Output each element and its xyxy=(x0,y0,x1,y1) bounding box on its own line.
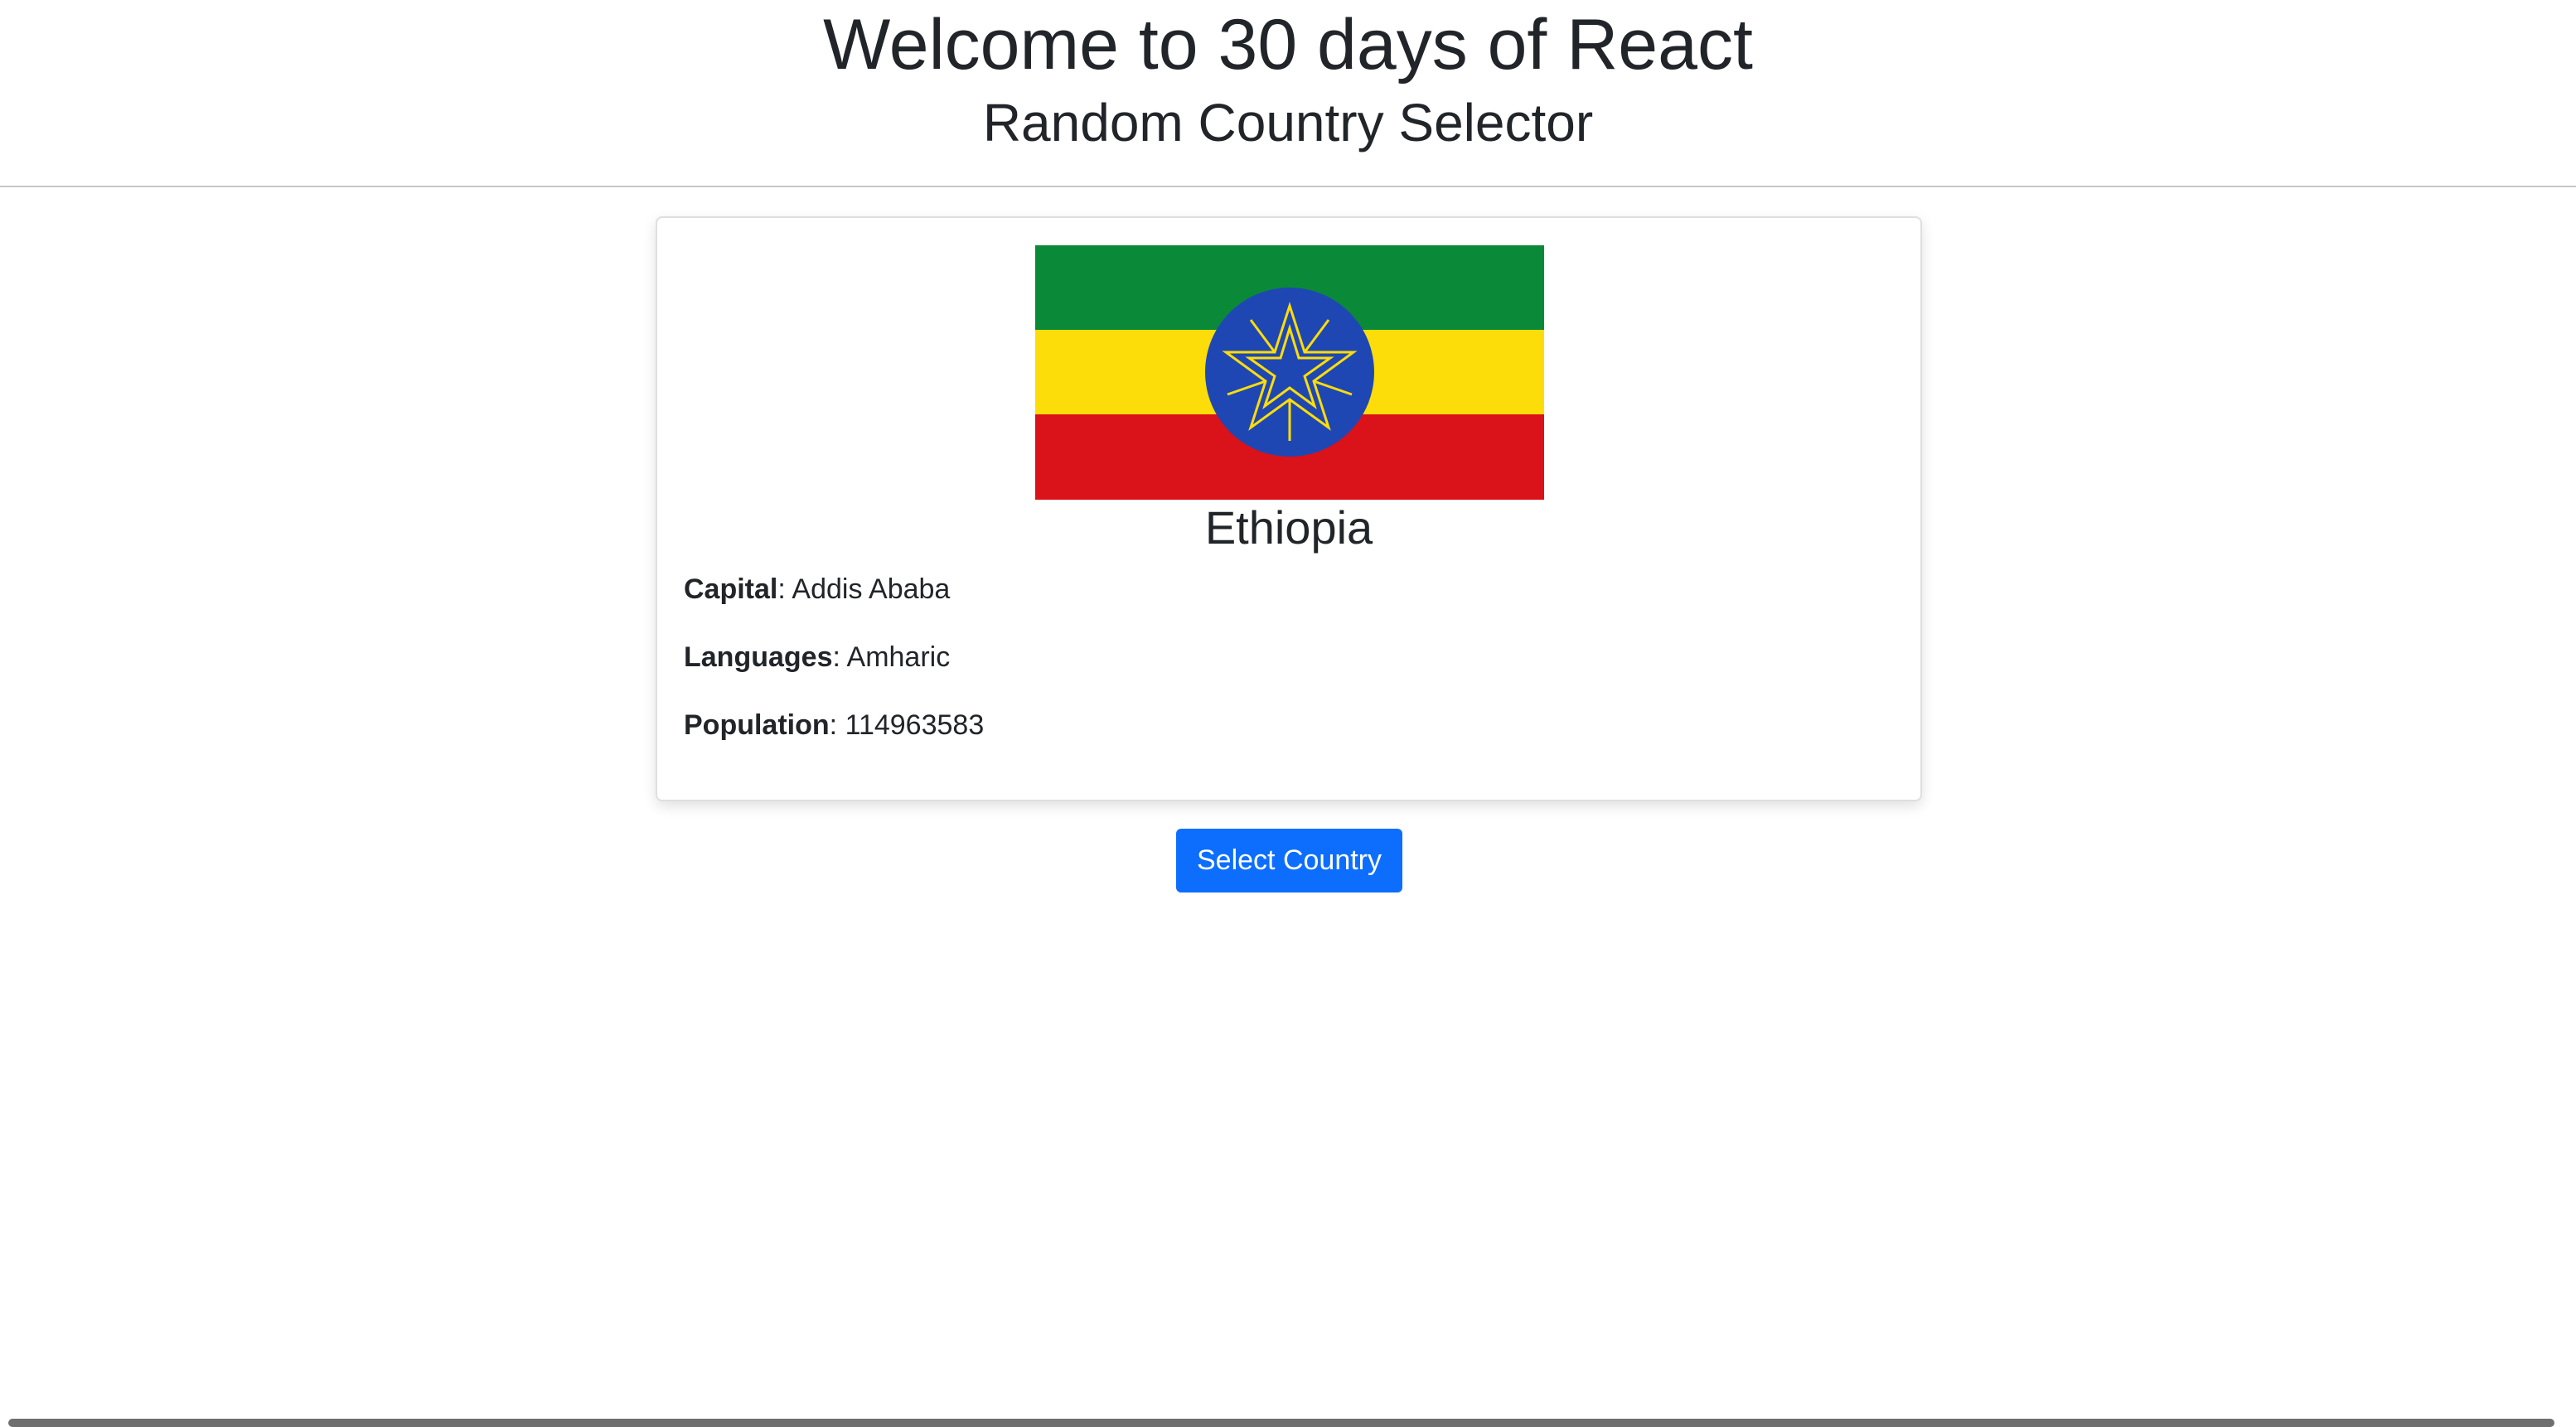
languages-label: Languages xyxy=(684,641,833,673)
languages-value: Amharic xyxy=(846,641,951,673)
languages-line: Languages: Amharic xyxy=(684,639,950,675)
capital-line: Capital: Addis Ababa xyxy=(684,571,950,607)
country-card: Ethiopia Capital: Addis Ababa Languages:… xyxy=(656,216,1922,801)
capital-value: Addis Ababa xyxy=(792,573,951,605)
header: Welcome to 30 days of React Random Count… xyxy=(0,0,2576,187)
country-flag xyxy=(1035,245,1544,500)
population-line: Population: 114963583 xyxy=(684,707,984,743)
population-value: 114963583 xyxy=(845,709,985,741)
scrollbar-thumb[interactable] xyxy=(8,1419,2554,1427)
page-title: Welcome to 30 days of React xyxy=(823,5,1753,85)
capital-separator: : xyxy=(777,573,792,605)
horizontal-scrollbar[interactable] xyxy=(0,1419,2576,1427)
country-name: Ethiopia xyxy=(1204,501,1373,554)
languages-separator: : xyxy=(832,641,847,673)
page-subtitle: Random Country Selector xyxy=(982,93,1594,152)
select-country-button[interactable]: Select Country xyxy=(1176,829,1402,892)
population-label: Population xyxy=(684,709,830,741)
population-separator: : xyxy=(829,709,845,741)
page: Welcome to 30 days of React Random Count… xyxy=(0,0,2576,1427)
capital-label: Capital xyxy=(684,573,778,605)
